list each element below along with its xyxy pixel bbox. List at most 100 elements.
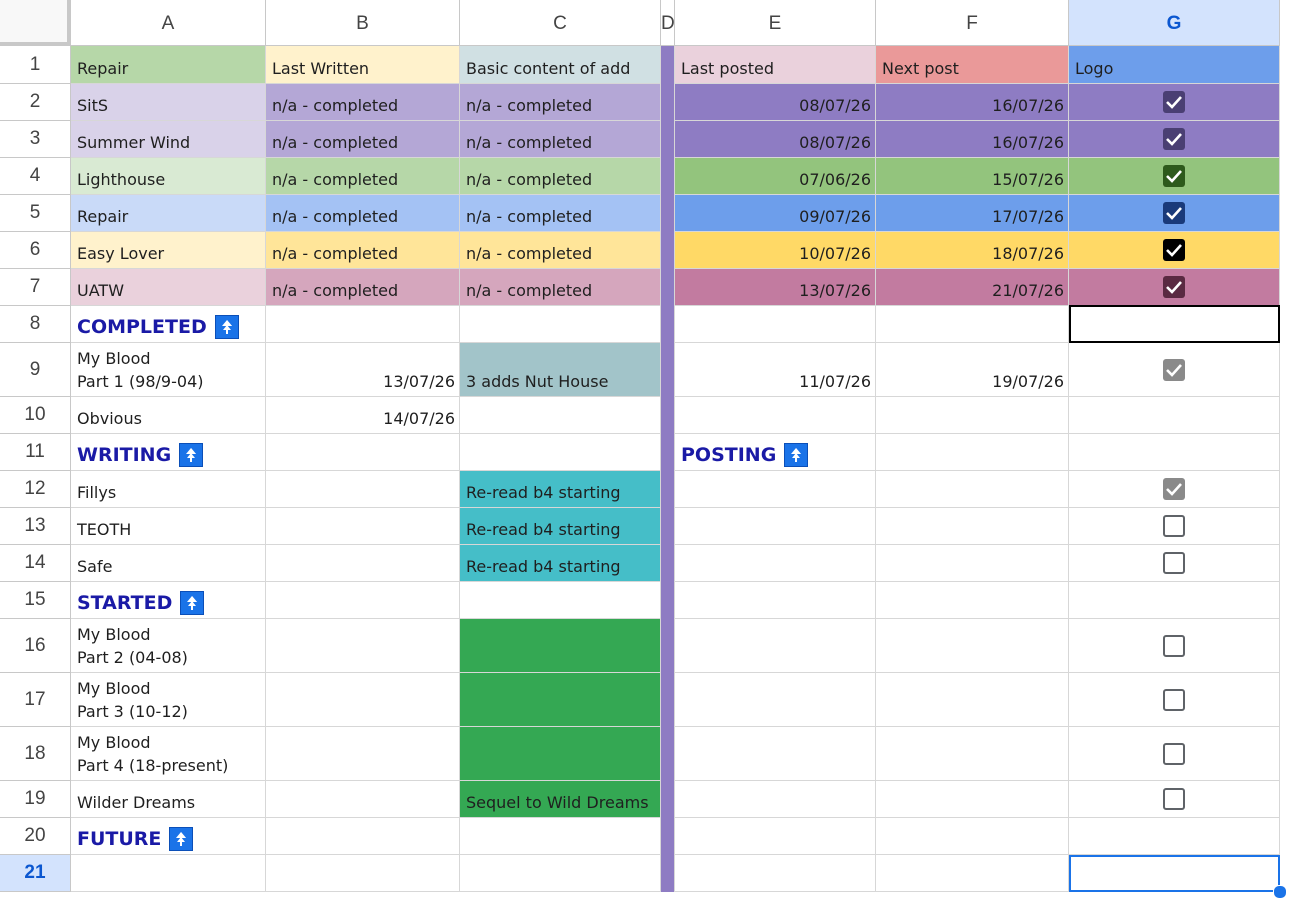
cell-e8[interactable] — [675, 306, 876, 343]
cell-c10[interactable] — [460, 397, 661, 434]
column-header-b[interactable]: B — [266, 0, 460, 46]
entry-name[interactable]: SitS — [71, 84, 266, 121]
entry-last-posted[interactable]: 07/06/26 — [675, 158, 876, 195]
cell-g15[interactable] — [1069, 582, 1280, 619]
row-header-7[interactable]: 7 — [0, 269, 71, 306]
entry-next-post[interactable]: 21/07/26 — [876, 269, 1069, 306]
entry-written[interactable]: n/a - completed — [266, 121, 460, 158]
entry-name[interactable]: Summer Wind — [71, 121, 266, 158]
cell-b16[interactable] — [266, 619, 460, 673]
sort-ascending-icon[interactable] — [179, 443, 204, 467]
checkbox-checked-icon[interactable] — [1163, 91, 1185, 113]
checkbox-checked-icon[interactable] — [1163, 165, 1185, 187]
fill-handle[interactable] — [1273, 885, 1287, 899]
cell-f20[interactable] — [876, 818, 1069, 855]
header-cell[interactable]: Basic content of add — [460, 46, 661, 84]
entry-content[interactable]: n/a - completed — [460, 232, 661, 269]
cell-b11[interactable] — [266, 434, 460, 471]
cell-f15[interactable] — [876, 582, 1069, 619]
writing-item-logo[interactable] — [1069, 471, 1280, 508]
cell-e10[interactable] — [675, 397, 876, 434]
writing-item-content[interactable]: Re-read b4 starting — [460, 545, 661, 582]
checkbox-checked-icon[interactable] — [1163, 239, 1185, 261]
entry-content[interactable]: n/a - completed — [460, 158, 661, 195]
cell-f8[interactable] — [876, 306, 1069, 343]
entry-name[interactable]: Easy Lover — [71, 232, 266, 269]
completed-item-content[interactable]: 3 adds Nut House — [460, 343, 661, 397]
started-item-logo[interactable] — [1069, 781, 1280, 818]
header-cell[interactable]: Last Written — [266, 46, 460, 84]
cell-g21[interactable] — [1069, 855, 1280, 892]
cell-b13[interactable] — [266, 508, 460, 545]
row-header-13[interactable]: 13 — [0, 508, 71, 545]
writing-item-name[interactable]: Safe — [71, 545, 266, 582]
entry-written[interactable]: n/a - completed — [266, 269, 460, 306]
completed-item-written[interactable]: 14/07/26 — [266, 397, 460, 434]
entry-last-posted[interactable]: 09/07/26 — [675, 195, 876, 232]
cell-e20[interactable] — [675, 818, 876, 855]
completed-item-name[interactable]: My Blood Part 1 (98/9-04) — [71, 343, 266, 397]
checkbox-empty-icon[interactable] — [1163, 515, 1185, 537]
entry-name[interactable]: Lighthouse — [71, 158, 266, 195]
entry-logo-cell[interactable] — [1069, 195, 1280, 232]
entry-written[interactable]: n/a - completed — [266, 232, 460, 269]
sort-ascending-icon[interactable] — [214, 315, 239, 339]
completed-item-logo[interactable] — [1069, 343, 1280, 397]
cell-g11[interactable] — [1069, 434, 1280, 471]
completed-item-next-post[interactable]: 19/07/26 — [876, 343, 1069, 397]
column-header-e[interactable]: E — [675, 0, 876, 46]
checkbox-checked-icon[interactable] — [1163, 276, 1185, 298]
entry-logo-cell[interactable] — [1069, 269, 1280, 306]
column-header-c[interactable]: C — [460, 0, 661, 46]
entry-content[interactable]: n/a - completed — [460, 269, 661, 306]
entry-name[interactable]: UATW — [71, 269, 266, 306]
checkbox-empty-icon[interactable] — [1163, 742, 1185, 765]
cell-b15[interactable] — [266, 582, 460, 619]
row-header-1[interactable]: 1 — [0, 46, 71, 84]
checkbox-checked-icon[interactable] — [1163, 202, 1185, 224]
section-writing[interactable]: WRITING — [71, 434, 266, 471]
cell-e15[interactable] — [675, 582, 876, 619]
started-item-content[interactable] — [460, 619, 661, 673]
cell-e13[interactable] — [675, 508, 876, 545]
cell-f16[interactable] — [876, 619, 1069, 673]
entry-logo-cell[interactable] — [1069, 158, 1280, 195]
writing-item-logo[interactable] — [1069, 508, 1280, 545]
select-all-corner[interactable] — [0, 0, 71, 46]
row-header-17[interactable]: 17 — [0, 673, 71, 727]
cell-g8[interactable] — [1069, 306, 1280, 343]
started-item-content[interactable] — [460, 727, 661, 781]
checkbox-empty-icon[interactable] — [1163, 552, 1185, 574]
entry-logo-cell[interactable] — [1069, 84, 1280, 121]
checkbox-empty-icon[interactable] — [1163, 788, 1185, 810]
started-item-name[interactable]: My Blood Part 2 (04-08) — [71, 619, 266, 673]
row-header-9[interactable]: 9 — [0, 343, 71, 397]
cell-c15[interactable] — [460, 582, 661, 619]
entry-written[interactable]: n/a - completed — [266, 158, 460, 195]
writing-item-content[interactable]: Re-read b4 starting — [460, 471, 661, 508]
completed-item-written[interactable]: 13/07/26 — [266, 343, 460, 397]
row-header-8[interactable]: 8 — [0, 306, 71, 343]
entry-next-post[interactable]: 17/07/26 — [876, 195, 1069, 232]
header-cell[interactable]: Last posted — [675, 46, 876, 84]
entry-content[interactable]: n/a - completed — [460, 195, 661, 232]
entry-content[interactable]: n/a - completed — [460, 121, 661, 158]
entry-name[interactable]: Repair — [71, 195, 266, 232]
entry-written[interactable]: n/a - completed — [266, 84, 460, 121]
started-item-name[interactable]: My Blood Part 3 (10-12) — [71, 673, 266, 727]
cell-f18[interactable] — [876, 727, 1069, 781]
cell-f10[interactable] — [876, 397, 1069, 434]
checkbox-checked-icon[interactable] — [1163, 478, 1185, 500]
started-item-name[interactable]: Wilder Dreams — [71, 781, 266, 818]
cell-e18[interactable] — [675, 727, 876, 781]
entry-last-posted[interactable]: 13/07/26 — [675, 269, 876, 306]
row-header-16[interactable]: 16 — [0, 619, 71, 673]
completed-item-last-posted[interactable]: 11/07/26 — [675, 343, 876, 397]
started-item-content[interactable]: Sequel to Wild Dreams — [460, 781, 661, 818]
row-header-20[interactable]: 20 — [0, 818, 71, 855]
sort-ascending-icon[interactable] — [784, 443, 809, 467]
header-cell[interactable]: Repair — [71, 46, 266, 84]
entry-last-posted[interactable]: 08/07/26 — [675, 121, 876, 158]
cell-c8[interactable] — [460, 306, 661, 343]
completed-item-name[interactable]: Obvious — [71, 397, 266, 434]
